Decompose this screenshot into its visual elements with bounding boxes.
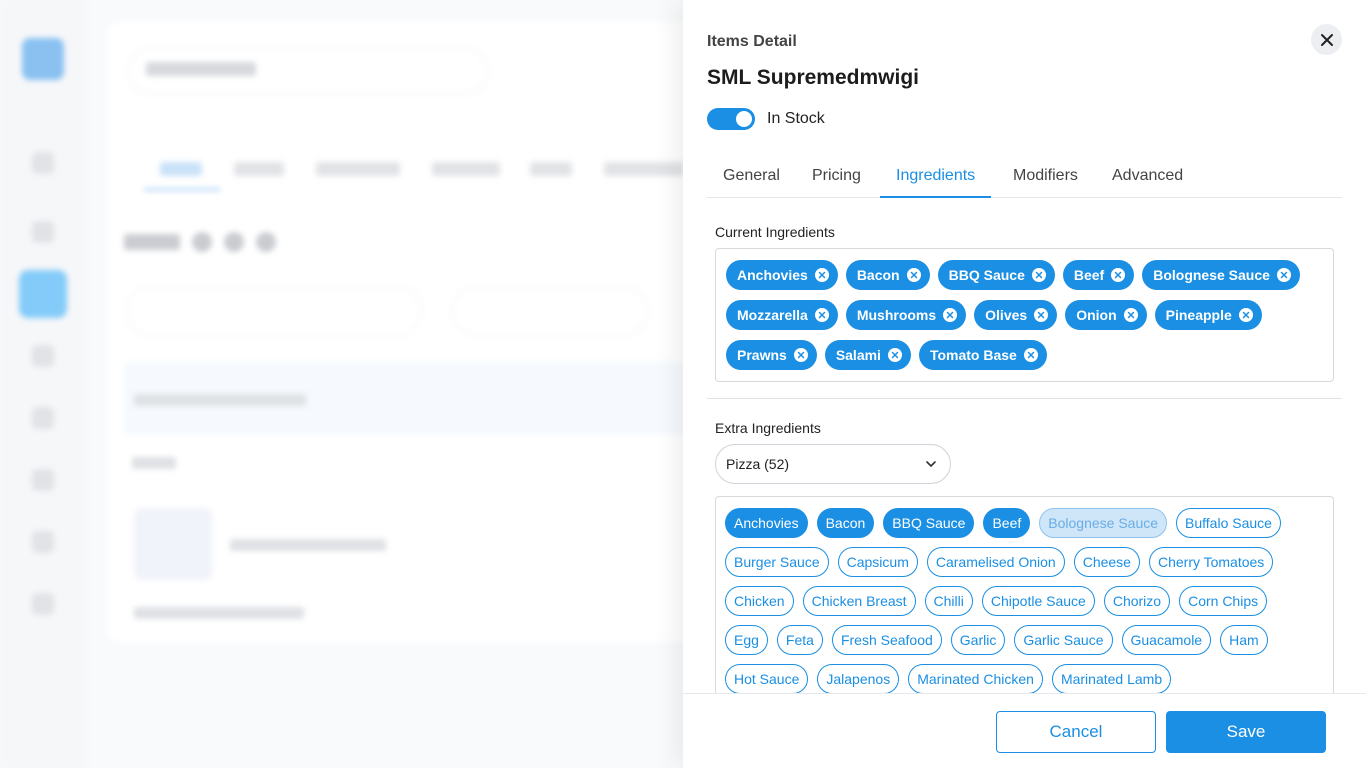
extra-ingredient-pill[interactable]: Garlic — [950, 625, 1006, 655]
current-ingredient-chip: Pineapple — [1154, 300, 1262, 330]
extra-ingredient-pill[interactable]: Bacon — [816, 508, 875, 538]
extra-ingredient-pill[interactable]: Hot Sauce — [725, 664, 809, 694]
extra-ingredient-pill[interactable]: Marinated Lamb — [1051, 664, 1172, 694]
extra-ingredient-pill[interactable]: Egg — [725, 625, 768, 655]
chip-label: Onion — [1076, 307, 1117, 323]
panel-kicker: Items Detail — [707, 33, 797, 50]
extra-ingredient-pill[interactable]: Chilli — [924, 586, 973, 616]
cancel-button[interactable]: Cancel — [996, 711, 1156, 753]
remove-chip-icon[interactable] — [943, 308, 958, 322]
remove-chip-icon[interactable] — [1023, 348, 1038, 362]
extra-ingredient-pill: Bolognese Sauce — [1039, 508, 1168, 538]
tab-modifiers[interactable]: Modifiers — [997, 160, 1094, 198]
extra-ingredients-list: Anchovies Bacon BBQ Sauce Beef Bolognese Sau… — [715, 496, 1334, 694]
remove-chip-icon[interactable] — [814, 308, 829, 322]
extra-ingredient-pill[interactable]: Chorizo — [1103, 586, 1171, 616]
remove-chip-icon[interactable] — [1111, 268, 1126, 282]
current-ingredient-chip: Anchovies — [726, 260, 838, 290]
current-ingredient-chip: Mushrooms — [845, 300, 967, 330]
extra-ingredient-pill[interactable]: Feta — [776, 625, 823, 655]
current-ingredient-chip: Olives — [974, 300, 1058, 330]
extra-ingredient-pill[interactable]: Chipotle Sauce — [981, 586, 1095, 616]
current-ingredient-chip: Mozzarella — [726, 300, 838, 330]
section-divider — [707, 398, 1342, 399]
save-button[interactable]: Save — [1166, 711, 1326, 753]
extra-ingredient-pill[interactable]: Guacamole — [1121, 625, 1212, 655]
remove-chip-icon[interactable] — [906, 268, 921, 282]
current-ingredient-chip: Salami — [824, 340, 911, 370]
chip-label: Salami — [835, 347, 881, 363]
current-ingredient-chip: Tomato Base — [918, 340, 1047, 370]
items-detail-panel: Items Detail SML Supremedmwigi In Stock … — [683, 0, 1366, 768]
chip-label: Bolognese Sauce — [1153, 267, 1270, 283]
current-ingredients-list: Anchovies Bacon BBQ Sauce Beef Bolognese Sau… — [715, 248, 1334, 382]
remove-chip-icon[interactable] — [1034, 308, 1049, 322]
chip-label: Mushrooms — [856, 307, 937, 323]
tab-pricing[interactable]: Pricing — [796, 160, 877, 198]
remove-chip-icon[interactable] — [1031, 268, 1046, 282]
item-title: SML Supremedmwigi — [707, 66, 919, 89]
category-select[interactable]: Pizza (52) — [715, 444, 951, 484]
chip-label: Pineapple — [1165, 307, 1232, 323]
extra-ingredient-pill[interactable]: Capsicum — [837, 547, 918, 577]
close-icon — [1320, 33, 1333, 46]
extra-ingredient-pill[interactable]: Garlic Sauce — [1014, 625, 1113, 655]
chip-label: Prawns — [737, 347, 787, 363]
chip-label: Anchovies — [737, 267, 808, 283]
extra-ingredient-pill[interactable]: Cherry Tomatoes — [1148, 547, 1274, 577]
extra-ingredient-pill[interactable]: Ham — [1220, 625, 1268, 655]
chip-label: Olives — [985, 307, 1028, 323]
remove-chip-icon[interactable] — [887, 348, 902, 362]
chevron-down-icon — [926, 461, 936, 467]
extra-ingredient-pill[interactable]: Anchovies — [725, 508, 808, 538]
extra-ingredient-pill[interactable]: Burger Sauce — [725, 547, 829, 577]
extra-ingredient-pill[interactable]: Fresh Seafood — [831, 625, 942, 655]
tab-ingredients[interactable]: Ingredients — [880, 160, 992, 198]
remove-chip-icon[interactable] — [1276, 268, 1291, 282]
current-ingredient-chip: Bolognese Sauce — [1142, 260, 1300, 290]
extra-ingredient-pill[interactable]: Caramelised Onion — [926, 547, 1065, 577]
current-ingredient-chip: Bacon — [845, 260, 930, 290]
chip-label: Tomato Base — [929, 347, 1017, 363]
toggle-knob — [736, 111, 752, 127]
extra-ingredients-label: Extra Ingredients — [715, 420, 821, 436]
extra-ingredient-pill[interactable]: Chicken — [725, 586, 794, 616]
tab-general[interactable]: General — [707, 160, 796, 198]
current-ingredient-chip: BBQ Sauce — [937, 260, 1055, 290]
extra-ingredient-pill[interactable]: Corn Chips — [1179, 586, 1268, 616]
current-ingredients-label: Current Ingredients — [715, 224, 835, 240]
panel-footer: Cancel Save — [683, 693, 1366, 768]
chip-label: BBQ Sauce — [948, 267, 1025, 283]
in-stock-label: In Stock — [767, 110, 825, 127]
remove-chip-icon[interactable] — [1238, 308, 1253, 322]
category-select-value: Pizza (52) — [726, 456, 790, 472]
remove-chip-icon[interactable] — [814, 268, 829, 282]
remove-chip-icon[interactable] — [1123, 308, 1138, 322]
chip-label: Beef — [1073, 267, 1105, 283]
chip-label: Mozzarella — [737, 307, 808, 323]
current-ingredient-chip: Prawns — [726, 340, 817, 370]
extra-ingredient-pill[interactable]: Jalapenos — [817, 664, 900, 694]
extra-ingredient-pill[interactable]: Chicken Breast — [802, 586, 916, 616]
tab-advanced[interactable]: Advanced — [1096, 160, 1199, 198]
detail-tabs: General Pricing Ingredients Modifiers Ad… — [707, 160, 1342, 198]
extra-ingredient-pill[interactable]: Beef — [983, 508, 1031, 538]
in-stock-toggle[interactable] — [707, 108, 755, 130]
extra-ingredient-pill[interactable]: Cheese — [1073, 547, 1140, 577]
chip-label: Bacon — [856, 267, 900, 283]
extra-ingredient-pill[interactable]: BBQ Sauce — [883, 508, 975, 538]
extra-ingredient-pill[interactable]: Marinated Chicken — [908, 664, 1043, 694]
extra-ingredient-pill[interactable]: Buffalo Sauce — [1176, 508, 1281, 538]
current-ingredient-chip: Beef — [1062, 260, 1135, 290]
close-button[interactable] — [1311, 24, 1342, 55]
current-ingredient-chip: Onion — [1065, 300, 1147, 330]
remove-chip-icon[interactable] — [793, 348, 808, 362]
